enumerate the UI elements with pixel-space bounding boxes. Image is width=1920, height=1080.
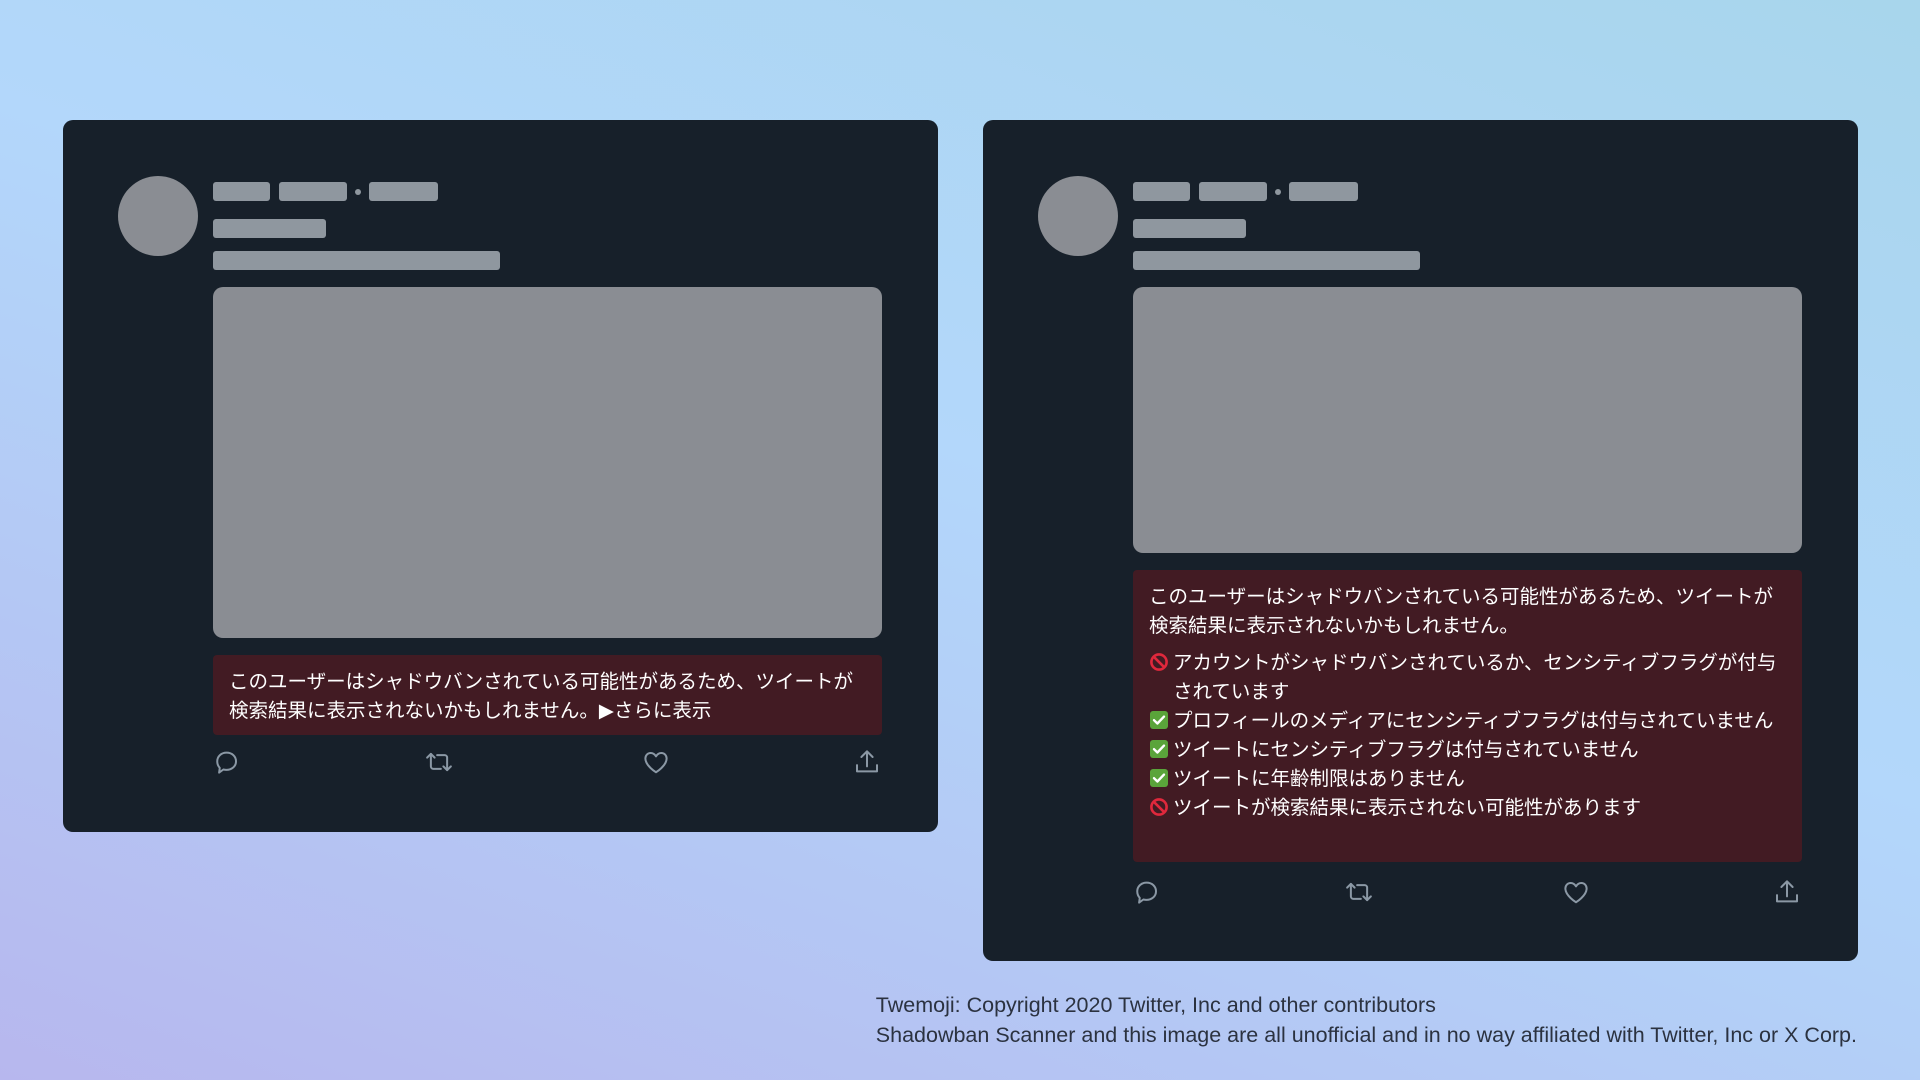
separator-dot [355,189,361,195]
check-result-row: ツイートが検索結果に表示されない可能性があります [1149,793,1786,822]
share-button[interactable] [852,747,882,777]
shadowban-warning: このユーザーはシャドウバンされている可能性があるため、ツイートが検索結果に表示さ… [213,655,882,735]
twemoji-credit: Twemoji: Copyright 2020 Twitter, Inc and… [875,993,1436,1017]
warning-text: このユーザーはシャドウバンされている可能性があるため、ツイートが検索結果に表示さ… [1149,585,1774,637]
media-placeholder [213,287,882,638]
text-line-placeholder [1133,251,1420,270]
text-line-placeholder [1133,219,1246,238]
check-result-row: アカウントがシャドウバンされているか、センシティブフラグが付与されています [1149,648,1786,706]
warning-text: このユーザーはシャドウバンされている可能性があるため、ツイートが検索結果に表示さ… [229,670,854,722]
tweet-actions [211,747,886,781]
check-result-row: プロフィールのメディアにセンシティブフラグは付与されていません [1149,706,1786,735]
username-placeholder [279,182,347,201]
retweet-button[interactable] [424,747,454,777]
like-icon [644,752,668,774]
check-mark-icon [1150,740,1168,758]
share-icon [856,750,878,773]
tweet-actions [1131,877,1806,911]
like-button[interactable] [641,747,671,777]
prohibited-icon [1150,653,1168,671]
retweet-button[interactable] [1344,877,1374,907]
check-mark-icon [1150,711,1168,729]
text-line-placeholder [213,219,326,238]
check-result-text: ツイートに年齢制限はありません [1173,767,1465,790]
retweet-icon [1346,882,1372,902]
like-icon [1564,882,1588,904]
prohibited-icon [1150,798,1168,816]
display-name-placeholder [213,182,270,201]
check-result-text: プロフィールのメディアにセンシティブフラグは付与されていません [1173,709,1774,732]
display-name-placeholder [1133,182,1190,201]
check-result-text: アカウントがシャドウバンされているか、センシティブフラグが付与されています [1173,651,1777,703]
check-result-row: ツイートに年齢制限はありません [1149,764,1786,793]
tweet-card-expanded: このユーザーはシャドウバンされている可能性があるため、ツイートが検索結果に表示さ… [983,120,1858,961]
share-button[interactable] [1772,877,1802,907]
reply-button[interactable] [1131,877,1161,907]
reply-icon [1136,881,1157,904]
reply-icon [216,751,237,774]
show-more-link[interactable]: ▶さらに表示 [599,699,712,722]
avatar [118,176,198,256]
share-icon [1776,880,1798,903]
media-placeholder [1133,287,1802,553]
text-line-placeholder [213,251,500,270]
separator-dot [1275,189,1281,195]
timestamp-placeholder [369,182,438,201]
username-placeholder [1199,182,1267,201]
check-result-text: ツイートにセンシティブフラグは付与されていません [1173,738,1639,761]
reply-button[interactable] [211,747,241,777]
footer-credits: Twemoji: Copyright 2020 Twitter, Inc and… [876,990,1857,1050]
avatar [1038,176,1118,256]
timestamp-placeholder [1289,182,1358,201]
check-mark-icon [1150,769,1168,787]
check-result-text: ツイートが検索結果に表示されない可能性があります [1173,796,1642,819]
retweet-icon [426,752,452,772]
shadowban-warning-expanded: このユーザーはシャドウバンされている可能性があるため、ツイートが検索結果に表示さ… [1133,570,1802,862]
check-result-row: ツイートにセンシティブフラグは付与されていません [1149,735,1786,764]
tweet-card-collapsed: このユーザーはシャドウバンされている可能性があるため、ツイートが検索結果に表示さ… [63,120,938,832]
check-results: アカウントがシャドウバンされているか、センシティブフラグが付与されていますプロフ… [1149,648,1786,822]
like-button[interactable] [1561,877,1591,907]
disclaimer: Shadowban Scanner and this image are all… [875,1023,1857,1047]
